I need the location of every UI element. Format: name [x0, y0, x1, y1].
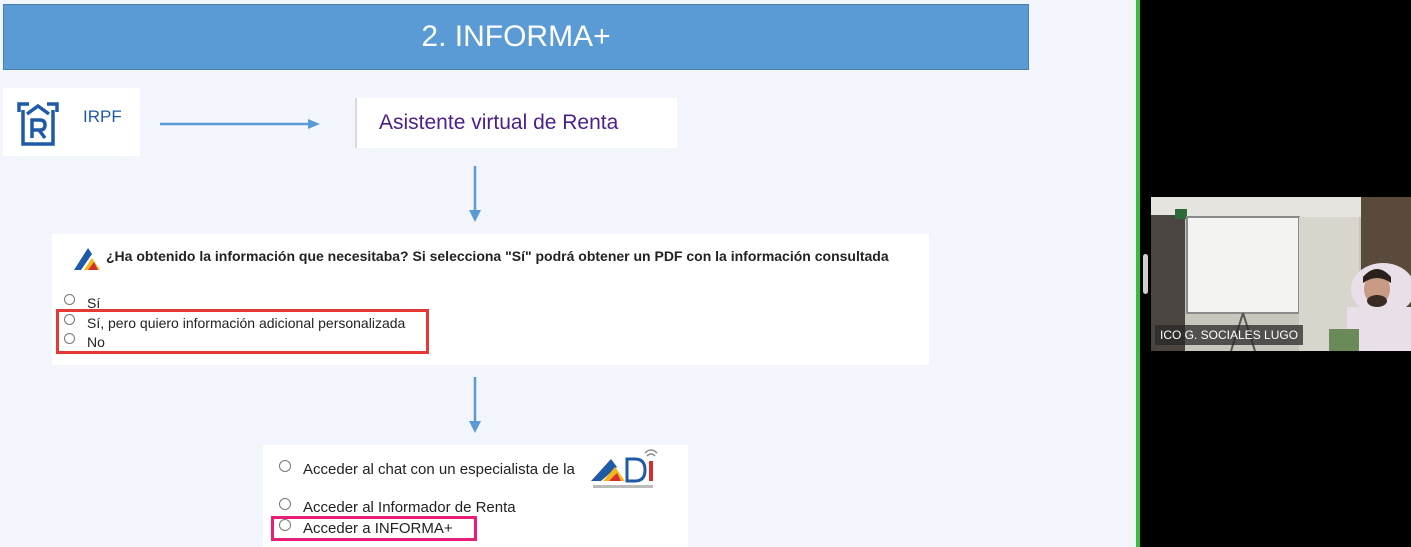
panel-resize-handle[interactable]	[1143, 254, 1148, 294]
option-label: Acceder al chat con un especialista de l…	[303, 461, 575, 478]
arrow-down-icon	[469, 166, 481, 222]
assistant-label: Asistente virtual de Renta	[379, 111, 619, 134]
arrow-right-icon	[160, 119, 320, 129]
participant-video-tile[interactable]: ICO G. SOCIALES LUGO	[1151, 197, 1411, 351]
aeat-logo-icon	[74, 248, 100, 270]
radio-icon[interactable]	[279, 459, 291, 472]
presentation-slide: 2. INFORMA+ IRPF Asistente virtual de Re…	[0, 0, 1136, 547]
slide-title-banner: 2. INFORMA+	[3, 4, 1029, 70]
arrow-down-icon	[469, 377, 481, 433]
irpf-label: IRPF	[83, 107, 122, 126]
option-chat-especialista[interactable]: Acceder al chat con un especialista de l…	[279, 459, 575, 478]
participant-name-label: ICO G. SOCIALES LUGO	[1155, 325, 1304, 345]
access-options-card: Acceder al chat con un especialista de l…	[263, 445, 688, 547]
radio-icon[interactable]	[279, 497, 291, 510]
question-text: ¿Ha obtenido la información que necesita…	[106, 248, 889, 264]
option-label: Acceder al Informador de Renta	[303, 499, 516, 516]
slide-title: 2. INFORMA+	[421, 20, 611, 53]
feedback-question-card: ¿Ha obtenido la información que necesita…	[52, 234, 929, 365]
option-informador-renta[interactable]: Acceder al Informador de Renta	[279, 497, 516, 516]
highlight-red-frame	[56, 309, 429, 354]
radio-icon[interactable]	[64, 293, 75, 305]
active-share-border	[1136, 0, 1140, 547]
highlight-pink-frame	[271, 516, 477, 541]
renta-logo-icon	[17, 102, 59, 146]
irpf-card: IRPF	[3, 88, 140, 156]
adi-logo-icon	[591, 449, 658, 488]
assistant-card: Asistente virtual de Renta	[355, 98, 677, 148]
